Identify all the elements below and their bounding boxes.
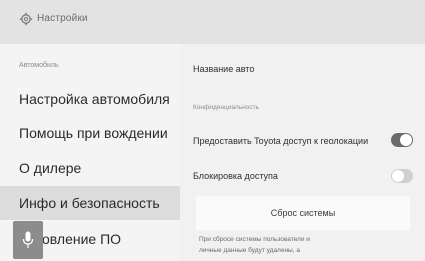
sidebar-item-label: овление ПО <box>42 231 122 247</box>
reset-note-line: личные данные будут удалены, а <box>199 247 300 254</box>
gear-icon <box>19 12 33 26</box>
settings-screen: Настройки Автомобиль Настройка автомобил… <box>0 0 425 261</box>
location-sharing-toggle[interactable] <box>391 133 413 147</box>
reset-note-line: При сбросе системы пользователи и <box>199 236 310 243</box>
sidebar-item-info-security[interactable]: Инфо и безопасность <box>0 186 180 220</box>
voice-button[interactable] <box>13 221 43 259</box>
sidebar-item-label: Помощь при вождении <box>19 125 168 141</box>
page-title: Настройки <box>37 13 88 24</box>
sidebar-section-label: Автомобиль <box>19 62 59 69</box>
sidebar-item-label: Настройка автомобиля <box>19 91 170 107</box>
reset-note: При сбросе системы пользователи и личные… <box>199 234 399 256</box>
sidebar-item-driving-assist[interactable]: Помощь при вождении <box>0 116 180 150</box>
microphone-icon <box>22 231 34 248</box>
sidebar-item-dealer[interactable]: О дилере <box>0 151 180 185</box>
location-sharing-label: Предоставить Toyota доступ к геолокации <box>193 136 369 146</box>
sidebar-item-vehicle-settings[interactable]: Настройка автомобиля › <box>0 82 180 116</box>
access-lock-label: Блокировка доступа <box>193 171 278 181</box>
system-reset-button[interactable]: Сброс системы <box>196 196 410 230</box>
privacy-section-label: Конфиденциальность <box>193 104 259 111</box>
header-bar: Настройки <box>0 0 425 44</box>
sidebar-item-label: О дилере <box>19 160 82 176</box>
access-lock-toggle[interactable] <box>391 169 413 183</box>
toggle-knob <box>392 170 404 182</box>
toggle-knob <box>400 134 412 146</box>
sidebar-item-label: Инфо и безопасность <box>19 195 160 211</box>
settings-panel: Название авто Конфиденциальность Предост… <box>180 44 425 261</box>
car-name-setting[interactable]: Название авто <box>193 64 254 74</box>
chevron-right-icon: › <box>155 94 159 105</box>
